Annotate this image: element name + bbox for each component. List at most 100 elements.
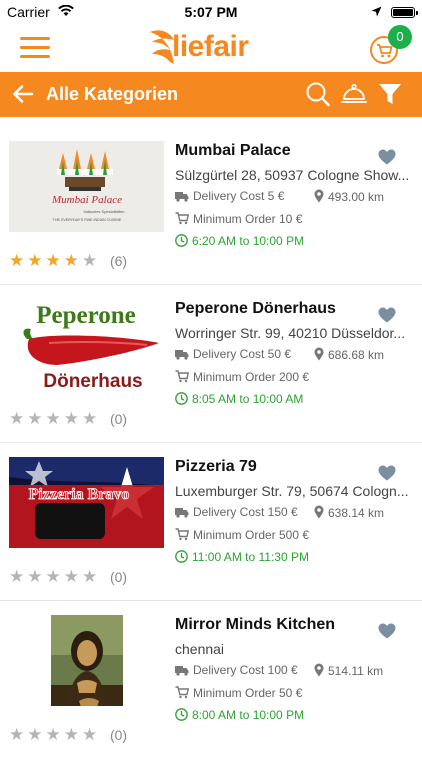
star-icon: ★ [45,567,64,586]
minimum-order: Minimum Order 10 € [193,212,303,226]
star-icon: ★ [9,251,28,270]
opening-hours: 11:00 AM to 11:30 PM [192,550,309,564]
delivery-cost: Delivery Cost 5 € [193,189,285,203]
restaurant-image: Mumbai Palace Indisches Spezialitäten TH… [9,141,164,232]
truck-icon [175,508,189,518]
opening-hours: 6:20 AM to 10:00 PM [192,234,305,248]
minimum-order-row: Minimum Order 50 € [175,686,302,700]
peperone-logo-line2: Dönerhaus [43,371,142,390]
menu-icon[interactable] [20,37,50,59]
opening-hours: 8:05 AM to 10:00 AM [192,392,304,406]
cart-small-icon [175,686,190,699]
restaurant-name[interactable]: Mumbai Palace [175,142,291,160]
restaurant-name[interactable]: Mirror Minds Kitchen [175,616,335,634]
minimum-order: Minimum Order 200 € [193,370,310,384]
cart-count-badge: 0 [388,25,412,49]
location-pin-icon [314,505,324,519]
search-icon[interactable] [306,82,330,107]
star-rating: ★★★★★ (0) [9,567,127,587]
rating-count: (6) [109,253,128,269]
star-icon: ★ [27,409,46,428]
distance-row: 638.14 km [314,505,384,520]
minimum-order-row: Minimum Order 500 € [175,528,309,542]
battery-icon [391,7,418,18]
star-icon: ★ [82,567,101,586]
delivery-cost: Delivery Cost 100 € [193,663,298,677]
minimum-order-row: Minimum Order 200 € [175,370,309,384]
star-rating: ★★★★★ (6) [9,251,127,271]
delivery-cost-row: Delivery Cost 150 € [175,505,298,519]
distance-row: 493.00 km [314,189,384,204]
distance: 638.14 km [328,506,385,520]
star-icon: ★ [63,409,82,428]
restaurant-card[interactable]: Mumbai Palace Indisches Spezialitäten TH… [0,127,422,285]
pizzeria-bravo-logo: Pizzeria Bravo [9,457,164,548]
star-icon: ★ [9,725,28,744]
delivery-cost-row: Delivery Cost 100 € [175,663,298,677]
truck-icon [175,192,189,202]
opening-hours-row: 6:20 AM to 10:00 PM [175,234,304,248]
star-icon: ★ [45,251,64,270]
star-icon: ★ [82,409,101,428]
clock-icon [175,234,188,247]
delivery-cost-row: Delivery Cost 50 € [175,347,291,361]
category-title: Alle Kategorien [46,84,179,104]
favorite-heart-icon[interactable] [378,465,396,481]
star-icon: ★ [63,567,82,586]
restaurant-list: Mumbai Palace Indisches Spezialitäten TH… [0,127,422,758]
peperone-logo-line1: Peperone [36,302,136,329]
filter-icon[interactable] [378,82,402,106]
delivery-cost: Delivery Cost 150 € [193,505,298,519]
restaurant-name[interactable]: Peperone Dönerhaus [175,300,336,318]
minimum-order: Minimum Order 50 € [193,686,303,700]
distance-row: 514.11 km [314,663,383,678]
mumbai-palace-logo: Mumbai Palace Indisches Spezialitäten TH… [9,141,164,232]
restaurant-address: Worringer Str. 99, 40210 Düsseldor... [175,325,406,341]
back-arrow-icon[interactable] [12,83,34,105]
clock-icon [175,550,188,563]
portrait-image [51,615,123,706]
star-icon: ★ [9,567,28,586]
star-icon: ★ [27,725,46,744]
opening-hours-row: 8:05 AM to 10:00 AM [175,392,303,406]
restaurant-address: Sülzgürtel 28, 50937 Cologne Show... [175,167,410,183]
restaurant-image [9,615,164,706]
restaurant-address: Luxemburger Str. 79, 50674 Cologn... [175,483,409,499]
distance-row: 686.68 km [314,347,384,362]
minimum-order-row: Minimum Order 10 € [175,212,302,226]
rating-count: (0) [109,727,128,743]
restaurant-name[interactable]: Pizzeria 79 [175,458,257,476]
clock-icon [175,708,188,721]
minimum-order: Minimum Order 500 € [193,528,310,542]
distance: 493.00 km [328,190,385,204]
star-icon: ★ [27,567,46,586]
restaurant-card[interactable]: Mirror Minds Kitchen chennai Delivery Co… [0,601,422,758]
opening-hours: 8:00 AM to 10:00 PM [192,708,305,722]
cart-small-icon [175,370,190,383]
star-icon: ★ [63,725,82,744]
star-icon: ★ [9,409,28,428]
star-icon: ★ [82,251,101,270]
status-bar: Carrier 5:07 PM [0,0,422,24]
restaurant-image: Pizzeria Bravo [9,457,164,548]
favorite-heart-icon[interactable] [378,623,396,639]
rating-count: (0) [109,411,128,427]
opening-hours-row: 11:00 AM to 11:30 PM [175,550,309,564]
distance: 514.11 km [328,664,384,678]
favorite-heart-icon[interactable] [378,307,396,323]
app-bar: liefair 0 [0,24,422,72]
favorite-heart-icon[interactable] [378,149,396,165]
restaurant-card[interactable]: Peperone Dönerhaus Peperone Dönerhaus Wo… [0,285,422,443]
star-icon: ★ [45,725,64,744]
peperone-logo: Peperone Dönerhaus [23,302,159,390]
mumbai-palace-logo-tagline: THE EVERYDAY'S FINE INDIAN CUISINE [53,218,122,222]
pizzeria-bravo-logo-text: Pizzeria Bravo [29,486,130,503]
delivery-cost: Delivery Cost 50 € [193,347,292,361]
location-pin-icon [314,347,324,361]
clock: 5:07 PM [184,4,238,20]
brand-logo: liefair [172,30,249,63]
restaurant-card[interactable]: Pizzeria Bravo Pizzeria 79 Luxemburger S… [0,443,422,601]
cloche-icon[interactable] [341,82,367,106]
clock-icon [175,392,188,405]
restaurant-image: Peperone Dönerhaus [9,299,164,390]
